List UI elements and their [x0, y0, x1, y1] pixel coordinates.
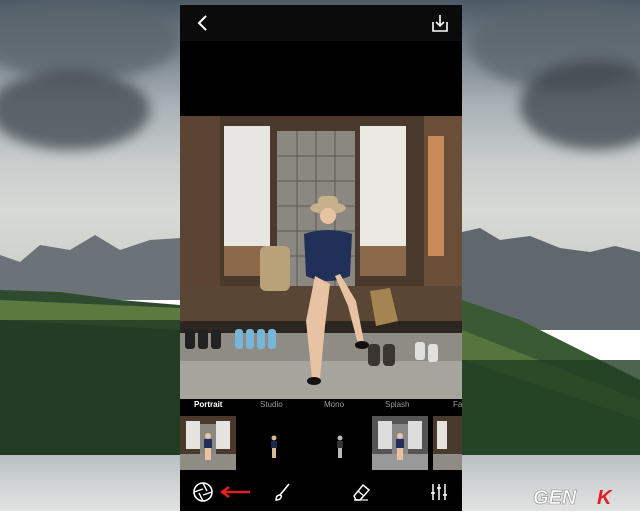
bottom-toolbar [180, 473, 462, 511]
top-bar [180, 5, 462, 41]
camera-aperture-icon[interactable] [192, 481, 214, 503]
arrow-left-icon [219, 485, 250, 499]
svg-text:K: K [597, 487, 613, 508]
tab-studio[interactable]: Studio [260, 400, 283, 409]
thumbnail-splash[interactable] [372, 416, 428, 470]
brush-icon[interactable] [272, 481, 294, 503]
thumbnail-fa[interactable] [433, 416, 462, 470]
back-icon[interactable] [194, 13, 212, 33]
thumbnail-studio[interactable] [245, 416, 303, 470]
tab-splash[interactable]: Splash [385, 400, 409, 409]
thumbnail-mono[interactable] [311, 416, 369, 470]
tab-fa[interactable]: Fa [453, 400, 462, 409]
sliders-icon[interactable] [428, 481, 450, 503]
effect-tabs: Portrait Studio Mono Splash Fa [180, 398, 462, 414]
thumbnail-portrait[interactable] [180, 416, 236, 470]
download-icon[interactable] [430, 13, 450, 33]
tab-mono[interactable]: Mono [324, 400, 344, 409]
svg-text:GEN: GEN [533, 487, 577, 508]
genk-logo: GEN K [531, 486, 635, 510]
tab-portrait[interactable]: Portrait [194, 400, 222, 409]
edited-photo[interactable] [180, 116, 462, 399]
effect-thumbnails [180, 416, 462, 470]
eraser-icon[interactable] [350, 481, 372, 503]
phone-screen: Portrait Studio Mono Splash Fa [180, 5, 462, 511]
genk-logo-mark: GEN K [533, 487, 613, 510]
